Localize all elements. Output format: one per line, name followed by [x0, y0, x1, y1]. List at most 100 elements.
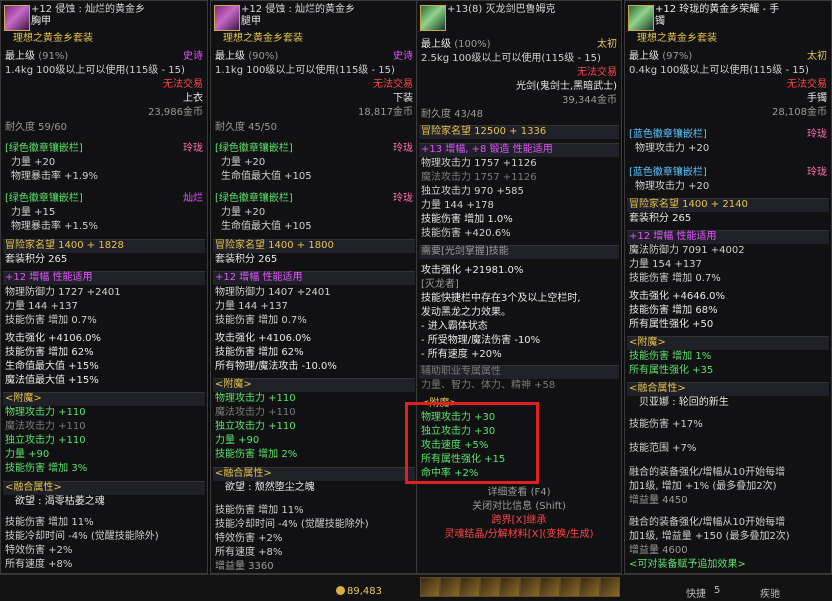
trade-status: 无法交易: [373, 79, 413, 90]
option-line: - 所受物理/魔法伤害 -10%: [421, 335, 541, 346]
item-slot-name: 镯: [655, 16, 665, 27]
skill-slot[interactable]: [540, 577, 560, 597]
enchant-line: 所有属性强化 +35: [629, 365, 714, 376]
emblem-tag-1: 玲珑: [807, 129, 827, 140]
stat-line: 技能伤害 增加 0.7%: [5, 315, 97, 326]
item-icon: [214, 5, 240, 31]
detail-view-hint[interactable]: 详细查看 (F4): [421, 487, 617, 499]
enchant-line: 独立攻击力 +110: [215, 421, 296, 432]
fusion-name: 贝亚娜 : 轮回的新生: [639, 397, 729, 408]
emblem-stat: 力量 +20: [221, 207, 266, 218]
emblem-stat: 生命值最大值 +105: [221, 171, 312, 182]
enchant-line: 魔法攻击力 +110: [215, 407, 296, 418]
emblem-stat: 物理攻击力 +20: [635, 143, 710, 154]
stat-line: 所有属性强化 +50: [629, 319, 714, 330]
item-icon: [4, 5, 30, 31]
tooltip-chest-armor: +12 侵蚀 : 灿烂的黄金乡 胸甲 理想之黄金乡套装 最上级 (91%) 史诗…: [0, 0, 208, 574]
price: 18,817金币: [358, 107, 413, 118]
fusion-line: 特效伤害 +2%: [215, 533, 283, 544]
enchant-line: 物理攻击力 +110: [215, 393, 296, 404]
fusion-line: 技能伤害 +17%: [629, 419, 703, 430]
extra-effect-hint: <可对装备赋予追加效果>: [629, 559, 746, 570]
soul-crystal-hint[interactable]: 灵魂结晶/分解材料[X](变换/生成): [421, 529, 617, 541]
skill-slot[interactable]: [580, 577, 600, 597]
cross-inherit-hint[interactable]: 跨界[X]继承: [421, 515, 617, 527]
skill-slot[interactable]: [600, 577, 620, 597]
stat-line: 物理防御力 1727 +2401: [5, 287, 121, 298]
stat-line: 技能伤害 增加 0.7%: [215, 315, 307, 326]
stat-line: 攻击强化 +4646.0%: [629, 291, 726, 302]
enchant-line: 力量 +90: [5, 449, 50, 460]
slot-type: 上衣: [183, 93, 203, 104]
stat-line: 技能伤害 增加 0.7%: [629, 273, 721, 284]
rarity: 太初: [597, 39, 617, 50]
requirement: 2.5kg 100级以上可以使用(115级 - 15): [421, 53, 601, 64]
fusion-line: 所有速度 +8%: [5, 559, 73, 570]
enchant-line: 技能伤害 增加 2%: [215, 449, 298, 460]
enchant-title: <附魔>: [5, 393, 42, 404]
stat-line: 所有物理/魔法攻击 -10.0%: [215, 361, 337, 372]
fusion-line: 增益量 4450: [629, 495, 688, 506]
close-compare-hint[interactable]: 关闭对比信息 (Shift): [421, 501, 617, 513]
emblem-stat: 力量 +20: [11, 157, 56, 168]
item-slot-name: 胸甲: [31, 16, 51, 27]
amp-title: +12 增幅 性能适用: [629, 231, 717, 242]
requirement: 1.4kg 100级以上可以使用(115级 - 15): [5, 65, 185, 76]
skill-slot[interactable]: [560, 577, 580, 597]
item-slot-name: 腿甲: [241, 16, 261, 27]
fame: 冒险家名望 1400 + 2140: [629, 199, 748, 210]
fusion-line: 技能冷却时间 -4% (觉醒技能除外): [5, 531, 159, 542]
stat-line: 攻击强化 +4106.0%: [5, 333, 102, 344]
emblem-tag-1: 玲珑: [183, 143, 203, 154]
enchant-line: 魔法攻击力 +110: [5, 421, 86, 432]
amp-title: +12 增幅 性能适用: [215, 272, 303, 283]
enchant-line: 物理攻击力 +110: [5, 407, 86, 418]
stat-line: 物理防御力 1407 +2401: [215, 287, 331, 298]
aux-line: 力量、智力、体力、精神 +58: [421, 380, 556, 391]
skill-slot[interactable]: [480, 577, 500, 597]
hotkey-label: 快捷: [686, 589, 706, 600]
weapon-class: 光剑(鬼剑士,黑暗武士): [516, 81, 617, 92]
requirement: 0.4kg 100级以上可以使用(115级 - 15): [629, 65, 809, 76]
trade-status: 无法交易: [577, 67, 617, 78]
fusion-line: 技能范围 +7%: [629, 443, 697, 454]
coin-icon: [336, 586, 345, 595]
item-title: +12 侵蚀 : 灿烂的黄金乡: [31, 4, 146, 15]
item-title: +13(8) 灭龙剑巴鲁姆克: [447, 4, 556, 15]
durability: 耐久度 59/60: [5, 122, 67, 133]
enchant-title: <附魔>: [215, 379, 252, 390]
stat-line: 魔法攻击力 1757 +1126: [421, 172, 537, 183]
fusion-line: 增益量 3360: [215, 561, 274, 572]
enchant-title: <附魔>: [629, 337, 666, 348]
set-score: 套装积分 265: [629, 213, 692, 224]
tooltip-bracelet: +12 玲珑的黄金乡荣耀 - 手 镯 理想之黄金乡套装 最上级 (97%) 太初…: [624, 0, 832, 574]
fusion-line: 技能伤害 增加 11%: [215, 505, 304, 516]
skill-slot[interactable]: [460, 577, 480, 597]
fame: 冒险家名望 1400 + 1828: [5, 240, 124, 251]
durability: 耐久度 45/50: [215, 122, 277, 133]
price: 23,986金币: [148, 107, 203, 118]
emblem-tag-2: 玲珑: [807, 167, 827, 178]
stat-line: 技能伤害 +420.6%: [421, 228, 511, 239]
skill-slot[interactable]: [520, 577, 540, 597]
enchant-line: 独立攻击力 +110: [5, 435, 86, 446]
stat-line: 技能伤害 增加 1.0%: [421, 214, 513, 225]
fusion-line: 融合的装备强化/增幅从10开始每增: [629, 517, 786, 528]
emblem-stat: 物理暴击率 +1.9%: [11, 171, 98, 182]
stat-line: 生命值最大值 +15%: [5, 361, 99, 372]
rarity: 史诗: [183, 51, 203, 62]
set-name: 理想之黄金乡套装: [13, 33, 93, 44]
skill-slot[interactable]: [500, 577, 520, 597]
tooltip-leg-armor: +12 侵蚀 : 灿烂的黄金乡 腿甲 理想之黄金乡套装 最上级 (90%) 史诗…: [210, 0, 418, 574]
tooltip-weapon: +13(8) 灭龙剑巴鲁姆克 最上级 (100%) 太初 2.5kg 100级以…: [416, 0, 622, 574]
stat-line: 魔法防御力 7091 +4002: [629, 245, 745, 256]
item-title: +12 玲珑的黄金乡荣耀 - 手: [655, 4, 780, 15]
skill-slot[interactable]: [440, 577, 460, 597]
amp-title: +12 增幅 性能适用: [5, 272, 93, 283]
stat-line: 技能伤害 增加 62%: [215, 347, 304, 358]
skill-slot[interactable]: [420, 577, 440, 597]
option-line: - 进入霸体状态: [421, 321, 488, 332]
fusion-name: 欲望 : 渴零枯萎之魂: [15, 496, 105, 507]
set-score: 套装积分 265: [5, 254, 68, 265]
sprint-label: 疾驰: [760, 589, 780, 600]
